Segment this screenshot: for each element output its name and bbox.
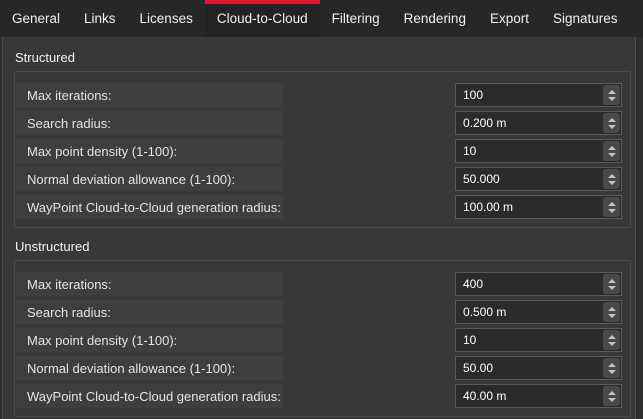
tab-label: Signatures — [553, 11, 618, 26]
tab-signatures[interactable]: Signatures — [541, 0, 630, 37]
spin-down-icon[interactable] — [608, 97, 616, 101]
field-label: WayPoint Cloud-to-Cloud generation radiu… — [16, 195, 283, 219]
spin-up-icon[interactable] — [608, 174, 616, 178]
field-label: Search radius: — [16, 300, 283, 324]
spin-up-icon[interactable] — [608, 363, 616, 367]
tab-label: Links — [84, 11, 116, 26]
search-radius-spinbox[interactable]: 0.500 m — [455, 300, 622, 324]
waypoint-generation-radius-spinbox[interactable]: 100.00 m — [455, 195, 622, 219]
spin-down-icon[interactable] — [608, 370, 616, 374]
spinner-buttons[interactable] — [603, 141, 620, 161]
spinner-buttons[interactable] — [603, 302, 620, 322]
tab-cloud-to-cloud[interactable]: Cloud-to-Cloud — [205, 0, 320, 37]
field-label: Max iterations: — [16, 272, 283, 296]
tab-filtering[interactable]: Filtering — [320, 0, 392, 37]
spin-down-icon[interactable] — [608, 342, 616, 346]
spin-up-icon[interactable] — [608, 391, 616, 395]
spinner-buttons[interactable] — [603, 113, 620, 133]
tab-label: Export — [490, 11, 529, 26]
field-label: Search radius: — [16, 111, 283, 135]
tab-label: Licenses — [140, 11, 193, 26]
field-label: Max point density (1-100): — [16, 328, 283, 352]
tab-label: Filtering — [332, 11, 380, 26]
spinner-buttons[interactable] — [603, 358, 620, 378]
unstructured-row-normal-deviation: Normal deviation allowance (1-100): 50.0… — [16, 356, 622, 380]
spinbox-value: 10 — [456, 144, 603, 158]
tab-label: Cloud-to-Cloud — [217, 11, 308, 26]
active-tab-accent-bar — [205, 0, 320, 4]
unstructured-row-search-radius: Search radius: 0.500 m — [16, 300, 622, 324]
unstructured-row-max-iterations: Max iterations: 400 — [16, 272, 622, 296]
spin-up-icon[interactable] — [608, 335, 616, 339]
unstructured-row-max-point-density: Max point density (1-100): 10 — [16, 328, 622, 352]
spin-down-icon[interactable] — [608, 153, 616, 157]
normal-deviation-spinbox[interactable]: 50.000 — [455, 167, 622, 191]
tab-label: General — [12, 11, 60, 26]
spin-down-icon[interactable] — [608, 286, 616, 290]
field-label: WayPoint Cloud-to-Cloud generation radiu… — [16, 384, 283, 408]
tab-export[interactable]: Export — [478, 0, 541, 37]
spin-up-icon[interactable] — [608, 279, 616, 283]
normal-deviation-spinbox[interactable]: 50.00 — [455, 356, 622, 380]
field-label: Max point density (1-100): — [16, 139, 283, 163]
field-label: Normal deviation allowance (1-100): — [16, 167, 283, 191]
structured-row-search-radius: Search radius: 0.200 m — [16, 111, 622, 135]
unstructured-row-waypoint-radius: WayPoint Cloud-to-Cloud generation radiu… — [16, 384, 622, 408]
spinbox-value: 50.000 — [456, 172, 603, 186]
search-radius-spinbox[interactable]: 0.200 m — [455, 111, 622, 135]
spin-down-icon[interactable] — [608, 125, 616, 129]
spinbox-value: 40.00 m — [456, 389, 603, 403]
structured-row-normal-deviation: Normal deviation allowance (1-100): 50.0… — [16, 167, 622, 191]
section-title-unstructured: Unstructured — [15, 239, 635, 255]
spinbox-value: 50.00 — [456, 361, 603, 375]
structured-groupbox: Max iterations: 100 Search radius: 0.200… — [14, 71, 631, 228]
cloud-to-cloud-settings-panel: Structured Max iterations: 100 Search ra… — [2, 37, 636, 419]
structured-row-max-point-density: Max point density (1-100): 10 — [16, 139, 622, 163]
spinbox-value: 100 — [456, 88, 603, 102]
tab-licenses[interactable]: Licenses — [128, 0, 205, 37]
spin-up-icon[interactable] — [608, 118, 616, 122]
spin-up-icon[interactable] — [608, 202, 616, 206]
tab-rendering[interactable]: Rendering — [392, 0, 478, 37]
spin-up-icon[interactable] — [608, 146, 616, 150]
spinner-buttons[interactable] — [603, 386, 620, 406]
spin-down-icon[interactable] — [608, 209, 616, 213]
max-iterations-spinbox[interactable]: 100 — [455, 83, 622, 107]
unstructured-groupbox: Max iterations: 400 Search radius: 0.500… — [14, 260, 631, 417]
spinner-buttons[interactable] — [603, 330, 620, 350]
section-title-structured: Structured — [15, 50, 635, 66]
spin-up-icon[interactable] — [608, 307, 616, 311]
spinner-buttons[interactable] — [603, 169, 620, 189]
max-point-density-spinbox[interactable]: 10 — [455, 328, 622, 352]
spinbox-value: 100.00 m — [456, 200, 603, 214]
spinner-buttons[interactable] — [603, 85, 620, 105]
structured-row-waypoint-radius: WayPoint Cloud-to-Cloud generation radiu… — [16, 195, 622, 219]
spinner-buttons[interactable] — [603, 197, 620, 217]
spinner-buttons[interactable] — [603, 274, 620, 294]
spin-up-icon[interactable] — [608, 90, 616, 94]
max-iterations-spinbox[interactable]: 400 — [455, 272, 622, 296]
waypoint-generation-radius-spinbox[interactable]: 40.00 m — [455, 384, 622, 408]
max-point-density-spinbox[interactable]: 10 — [455, 139, 622, 163]
field-label: Normal deviation allowance (1-100): — [16, 356, 283, 380]
field-label: Max iterations: — [16, 83, 283, 107]
spinbox-value: 0.500 m — [456, 305, 603, 319]
spin-down-icon[interactable] — [608, 181, 616, 185]
tab-links[interactable]: Links — [72, 0, 128, 37]
structured-row-max-iterations: Max iterations: 100 — [16, 83, 622, 107]
settings-tab-bar: General Links Licenses Cloud-to-Cloud Fi… — [0, 0, 643, 37]
spinbox-value: 400 — [456, 277, 603, 291]
spin-down-icon[interactable] — [608, 314, 616, 318]
spinbox-value: 0.200 m — [456, 116, 603, 130]
spin-down-icon[interactable] — [608, 398, 616, 402]
tab-label: Rendering — [404, 11, 466, 26]
spinbox-value: 10 — [456, 333, 603, 347]
tab-general[interactable]: General — [0, 0, 72, 37]
